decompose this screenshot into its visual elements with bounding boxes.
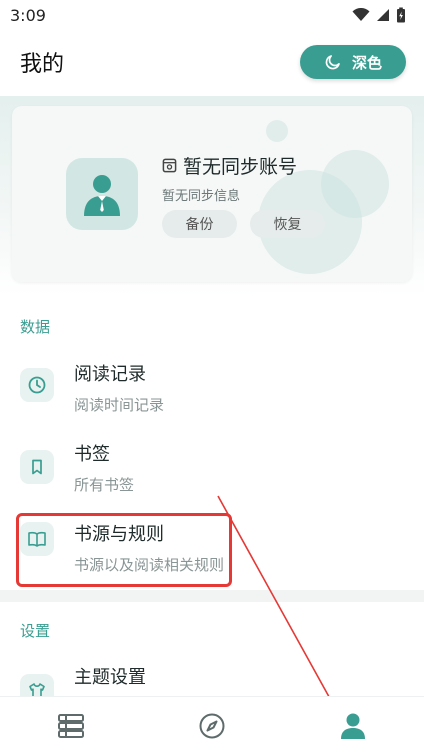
wifi-icon [352,8,370,21]
header: 我的 深色 [0,38,424,86]
section-divider [0,590,424,602]
list-item-subtitle: 所有书签 [74,476,135,494]
section-title-settings: 设置 [20,622,51,640]
status-bar: 3:09 [0,0,424,30]
dark-theme-button[interactable]: 深色 [300,45,406,79]
list-item-title: 阅读记录 [74,364,146,385]
clock-icon [20,368,54,402]
safe-icon [162,158,177,173]
list-item-reading-record[interactable]: 阅读记录 阅读时间记录 [0,350,424,430]
nav-bookshelf[interactable] [41,701,101,751]
decor-bubble [266,120,288,142]
list-item-title: 书源与规则 [74,524,164,545]
page-title: 我的 [20,52,65,77]
dark-theme-button-label: 深色 [351,53,382,72]
person-icon [341,713,366,739]
status-time: 3:09 [10,5,46,25]
list-item-title: 书签 [74,444,110,465]
list-item-subtitle: 阅读时间记录 [74,396,165,414]
list-item-book-source-rules[interactable]: 书源与规则 书源以及阅读相关规则 [0,510,424,590]
account-card[interactable]: 暂无同步账号 暂无同步信息 备份 恢复 [12,106,412,282]
list-item-subtitle: 书源以及阅读相关规则 [74,556,225,574]
avatar[interactable] [66,158,138,230]
compass-icon [199,713,225,738]
list-item-theme-settings[interactable]: 主题设置 [0,654,424,696]
moon-icon [325,55,340,70]
account-name: 暂无同步账号 [183,156,298,178]
restore-button[interactable]: 恢复 [250,210,325,238]
nav-discover[interactable] [182,701,242,751]
shirt-icon [20,674,54,696]
battery-charging-icon [397,7,405,23]
bookshelf-icon [57,713,84,738]
bookmark-icon [20,450,54,484]
status-icons [352,7,406,23]
section-title-data: 数据 [20,318,51,336]
nav-mine[interactable] [323,701,383,751]
list-item-bookmarks[interactable]: 书签 所有书签 [0,430,424,510]
list-item-title: 主题设置 [74,667,146,688]
account-name-row: 暂无同步账号 [162,152,297,179]
account-subtitle: 暂无同步信息 [162,189,241,204]
backup-button[interactable]: 备份 [162,210,237,238]
open-book-icon [20,522,54,556]
signal-icon [377,9,389,21]
person-avatar-icon [84,175,120,216]
bottom-navigation [0,696,424,754]
